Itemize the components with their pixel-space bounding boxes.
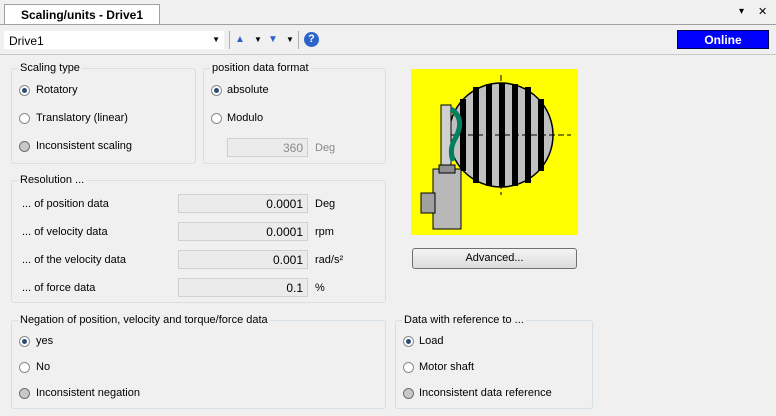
toolbar-separator: [229, 31, 230, 49]
position-resolution-unit: Deg: [315, 198, 336, 210]
rotatory-label: Rotatory: [36, 84, 78, 96]
modulo-value: 360: [282, 141, 303, 155]
inconsistent-scaling-label: Inconsistent scaling: [36, 140, 132, 152]
acceleration-resolution-unit: rad/s²: [315, 254, 344, 266]
arrow-down-icon[interactable]: ▼: [268, 31, 278, 49]
position-resolution-field: 0.0001: [178, 194, 308, 213]
force-resolution-value: 0.1: [286, 281, 303, 295]
radio-negation-yes[interactable]: [19, 336, 30, 347]
radio-inconsistent-reference[interactable]: [403, 388, 414, 399]
radio-negation-no[interactable]: [19, 362, 30, 373]
reference-title: Data with reference to ...: [402, 314, 526, 326]
drive-select-value: Drive1: [9, 34, 44, 48]
absolute-label: absolute: [227, 84, 269, 96]
radio-inconsistent-scaling[interactable]: [19, 141, 30, 152]
force-resolution-unit: %: [315, 282, 325, 294]
radio-translatory[interactable]: [19, 113, 30, 124]
advanced-button[interactable]: Advanced...: [412, 248, 577, 269]
negation-yes-label: yes: [36, 335, 54, 347]
position-format-title: position data format: [210, 62, 311, 74]
position-resolution-label: ... of position data: [22, 198, 109, 210]
radio-modulo[interactable]: [211, 113, 222, 124]
velocity-resolution-label: ... of velocity data: [22, 226, 108, 238]
modulo-label: Modulo: [227, 112, 264, 124]
negation-title: Negation of position, velocity and torqu…: [18, 314, 270, 326]
drive-illustration: [411, 69, 578, 235]
help-icon[interactable]: ?: [304, 32, 319, 47]
velocity-resolution-value: 0.0001: [266, 225, 303, 239]
toolbar-separator: [298, 31, 299, 49]
radio-inconsistent-negation[interactable]: [19, 388, 30, 399]
inconsistent-negation-label: Inconsistent negation: [36, 387, 140, 399]
status-badge: Online: [677, 30, 769, 49]
combo-arrow-icon[interactable]: ▼: [212, 35, 220, 44]
translatory-label: Translatory (linear): [36, 112, 128, 124]
drive-diagram-icon: [411, 69, 578, 235]
negation-no-label: No: [36, 361, 51, 373]
modulo-value-field: 360: [227, 138, 308, 157]
velocity-resolution-unit: rpm: [315, 226, 334, 238]
scaling-type-title: Scaling type: [18, 62, 82, 74]
close-icon[interactable]: ✕: [758, 5, 767, 18]
modulo-unit: Deg: [315, 142, 336, 154]
drive-select[interactable]: Drive1 ▼: [4, 31, 224, 49]
tab-scaling-units[interactable]: Scaling/units - Drive1: [4, 4, 160, 24]
window-menu-icon[interactable]: ▾: [739, 6, 744, 17]
resolution-title: Resolution ...: [18, 174, 87, 186]
radio-reference-motor-shaft[interactable]: [403, 362, 414, 373]
down-dropdown-icon[interactable]: ▼: [286, 31, 294, 49]
up-dropdown-icon[interactable]: ▼: [254, 31, 262, 49]
acceleration-resolution-value: 0.001: [272, 253, 303, 267]
radio-reference-load[interactable]: [403, 336, 414, 347]
reference-load-label: Load: [419, 335, 444, 347]
force-resolution-field: 0.1: [178, 278, 308, 297]
acceleration-resolution-field: 0.001: [178, 250, 308, 269]
reference-motor-shaft-label: Motor shaft: [419, 361, 475, 373]
inconsistent-reference-label: Inconsistent data reference: [419, 387, 552, 399]
acceleration-resolution-label: ... of the velocity data: [22, 254, 126, 266]
radio-absolute[interactable]: [211, 85, 222, 96]
arrow-up-icon[interactable]: ▲: [235, 31, 245, 49]
velocity-resolution-field: 0.0001: [178, 222, 308, 241]
tab-title: Scaling/units - Drive1: [20, 8, 144, 22]
radio-rotatory[interactable]: [19, 85, 30, 96]
force-resolution-label: ... of force data: [22, 282, 96, 294]
position-resolution-value: 0.0001: [266, 197, 303, 211]
